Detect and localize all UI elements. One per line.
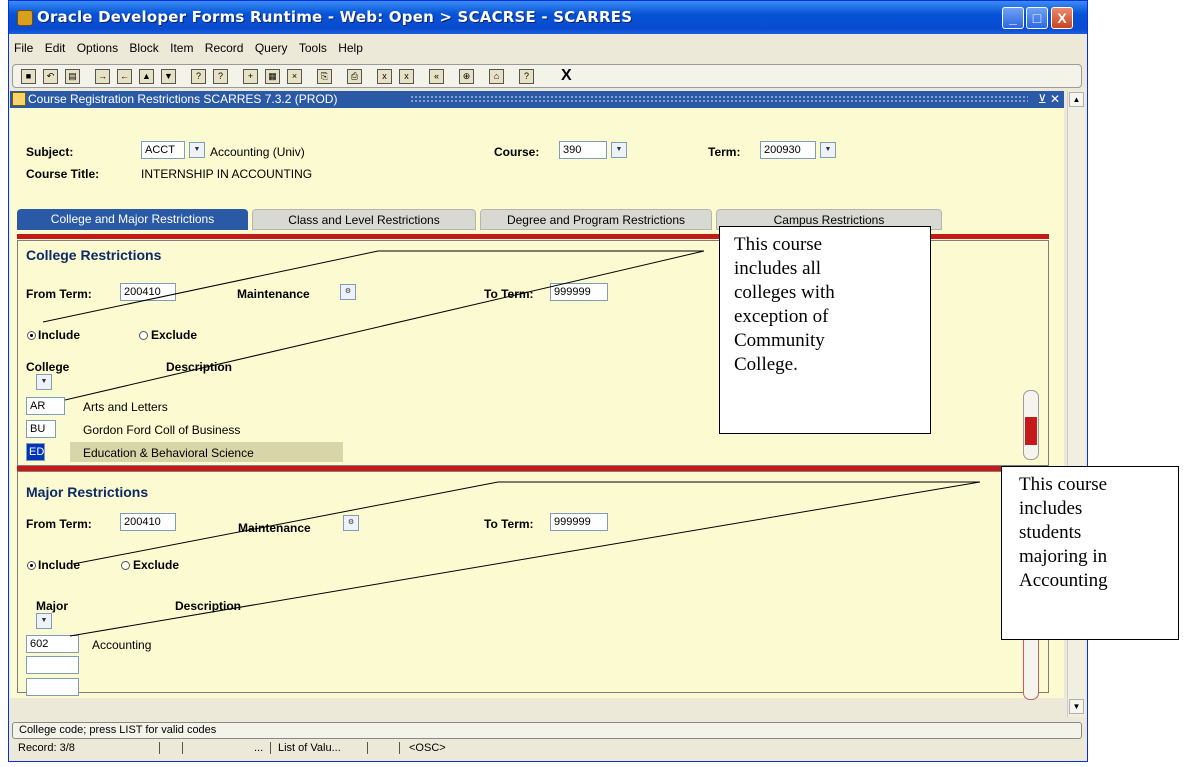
major-callout-line: includes bbox=[1019, 498, 1083, 519]
college-callout-line-3 bbox=[64, 250, 705, 401]
college-callout-line: includes all bbox=[734, 258, 822, 279]
major-callout: This course includes students majoring i… bbox=[1001, 466, 1179, 640]
college-callout-line: College. bbox=[734, 354, 798, 375]
college-callout-line: colleges with bbox=[734, 282, 835, 303]
major-callout-line-3 bbox=[69, 481, 981, 637]
college-callout-line-1 bbox=[42, 250, 379, 323]
annotation-lines bbox=[42, 250, 981, 637]
major-callout-line-1 bbox=[72, 481, 499, 565]
college-callout: This course includes all colleges with e… bbox=[719, 226, 931, 434]
college-callout-line: This course bbox=[734, 234, 823, 255]
college-callout-line: Community bbox=[734, 330, 825, 351]
major-callout-line: Accounting bbox=[1019, 570, 1108, 591]
major-callout-line: This course bbox=[1019, 474, 1108, 495]
college-callout-line: exception of bbox=[734, 306, 829, 327]
major-callout-line: students bbox=[1019, 522, 1082, 543]
major-callout-line: majoring in bbox=[1019, 546, 1108, 567]
